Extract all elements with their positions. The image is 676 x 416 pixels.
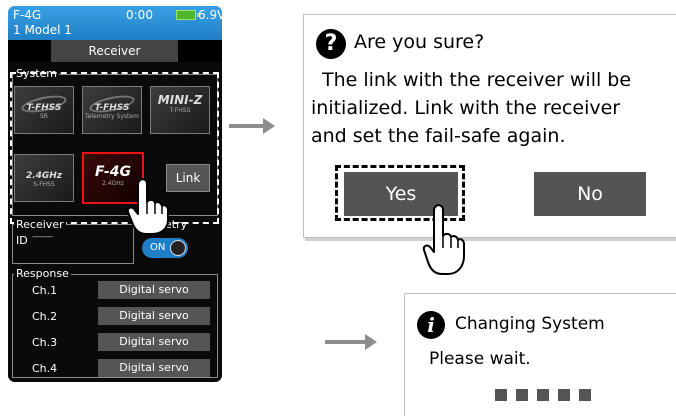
info-icon: i [417,311,445,339]
model-code: F-4G [13,8,42,22]
receiver-id-value: --------- [32,232,53,242]
model-name: 1 Model 1 [13,23,72,37]
channel-response-select[interactable]: Digital servo [98,281,210,299]
message-line: and set the fail-safe again. [311,125,566,147]
dialog-message: The link with the receiver will be initi… [311,66,676,150]
question-icon: ? [316,29,346,59]
message-line: The link with the receiver will be [322,69,632,91]
dialog-message: Please wait. [429,349,531,369]
status-bar: F-4G 0:00 6.9V 1 Model 1 [8,6,222,40]
screen-title: Receiver [51,40,178,62]
dialog-title: Changing System [455,314,605,334]
channel-response-select[interactable]: Digital servo [98,359,210,377]
channel-response-select[interactable]: Digital servo [98,333,210,351]
timer-display: 0:00 [126,8,153,22]
toggle-label: ON [150,242,166,253]
progress-step [495,389,507,401]
progress-step [579,389,591,401]
pointing-hand-icon [126,178,169,235]
message-line: initialized. Link with the receiver [311,97,621,119]
battery-icon [176,10,199,20]
no-button[interactable]: No [534,172,646,216]
channel-label: Ch.3 [32,336,58,349]
progress-step [516,389,528,401]
receiver-id-label: ID [16,234,28,247]
receiver-settings-body: System T-FHSS SR T-FHSS Telemetry System… [8,62,222,382]
channel-label: Ch.1 [32,284,58,297]
receiver-group-label: Receiver [14,218,66,231]
flow-arrow-right [325,334,377,350]
flow-arrow-right [229,118,275,134]
progress-step [558,389,570,401]
dialog-title: Are you sure? [354,31,485,53]
progress-step [537,389,549,401]
channel-label: Ch.4 [32,362,58,375]
system-selection-highlight [10,72,219,224]
transmitter-screen: F-4G 0:00 6.9V 1 Model 1 Receiver System… [8,6,222,382]
battery-voltage: 6.9V [198,8,222,22]
telemetry-toggle[interactable]: ON [142,238,188,258]
pointing-hand-icon [422,204,465,275]
channel-label: Ch.2 [32,310,58,323]
response-group-label: Response [14,267,71,280]
toggle-knob [170,240,186,256]
progress-dialog: i Changing System Please wait. [404,293,676,416]
channel-response-select[interactable]: Digital servo [98,307,210,325]
